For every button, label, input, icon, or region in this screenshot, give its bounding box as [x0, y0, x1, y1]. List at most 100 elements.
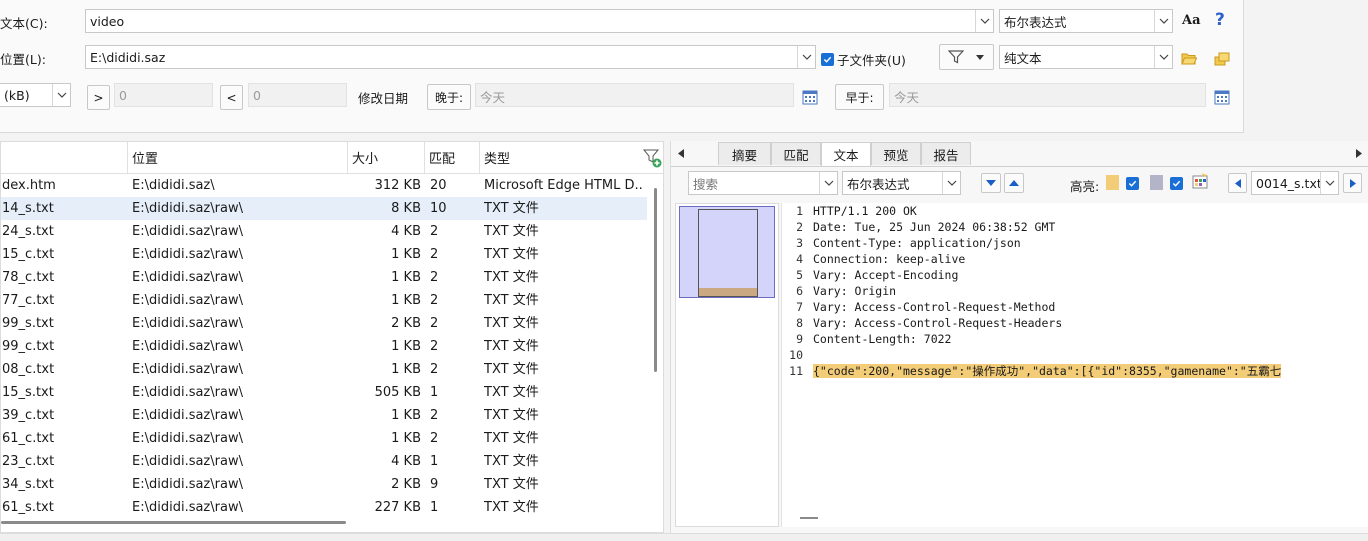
column-header-location[interactable]: 位置	[128, 142, 348, 174]
overview-map[interactable]	[675, 203, 779, 527]
chevron-down-icon[interactable]	[797, 46, 815, 68]
greater-than-button[interactable]: >	[87, 85, 110, 110]
cell-type: TXT 文件	[484, 408, 539, 423]
code-horizontal-scrollbar[interactable]	[800, 517, 818, 519]
checkbox-checked-icon[interactable]	[1126, 177, 1139, 190]
filter-button[interactable]	[939, 44, 994, 70]
chevron-down-icon[interactable]	[975, 10, 993, 32]
table-row[interactable]: 08_c.txt E:\dididi.saz\raw\ 1 KB 2 TXT 文件	[1, 358, 647, 381]
folders-icon[interactable]	[1214, 51, 1230, 67]
line-number: 10	[789, 348, 803, 362]
table-row[interactable]: 99_c.txt E:\dididi.saz\raw\ 1 KB 2 TXT 文件	[1, 335, 647, 358]
checkbox-checked-icon[interactable]	[821, 53, 834, 66]
search-mode-select[interactable]: 布尔表达式	[999, 9, 1173, 33]
overview-viewport[interactable]	[679, 206, 775, 298]
column-header-name[interactable]	[1, 142, 128, 174]
checkbox-checked-icon[interactable]	[1170, 177, 1183, 190]
preview-pane: 摘要 匹配 文本 预览 报告 搜索 布尔表达式 高亮: 0014_s.txt 1 HTTP…	[670, 141, 1368, 533]
tab-0[interactable]: 摘要	[718, 142, 771, 165]
search-panel: 文本(C): video 布尔表达式 Aa ? 位置(L): E:\dididi…	[0, 0, 1244, 133]
chevron-down-icon[interactable]	[1320, 172, 1338, 194]
before-button[interactable]: 早于:	[835, 84, 884, 110]
cell-size: 1 KB	[391, 408, 421, 423]
column-header-matches[interactable]: 匹配	[425, 142, 480, 174]
column-header-type[interactable]: 类型	[480, 142, 663, 174]
file-select[interactable]: 0014_s.txt	[1251, 171, 1339, 195]
table-row[interactable]: 39_c.txt E:\dididi.saz\raw\ 1 KB 2 TXT 文件	[1, 404, 647, 427]
table-row[interactable]: 61_s.txt E:\dididi.saz\raw\ 227 KB 1 TXT 文件	[1, 496, 647, 519]
modified-date-label: 修改日期	[358, 91, 409, 106]
help-icon[interactable]: ?	[1215, 10, 1225, 30]
text-search-input[interactable]: video	[85, 9, 994, 33]
less-than-button[interactable]: <	[220, 85, 243, 110]
color-palette-icon[interactable]	[1192, 173, 1208, 189]
subfolders-label: 子文件夹(U)	[837, 53, 906, 68]
table-row[interactable]: 61_c.txt E:\dididi.saz\raw\ 1 KB 2 TXT 文件	[1, 427, 647, 450]
preview-search-input[interactable]: 搜索	[688, 171, 838, 195]
after-date-input[interactable]: 今天	[475, 83, 794, 107]
table-row[interactable]: dex.htm E:\dididi.saz\ 312 KB 20 Microsoft E…	[1, 174, 647, 197]
table-row[interactable]: 77_c.txt E:\dididi.saz\raw\ 1 KB 2 TXT 文件	[1, 289, 647, 312]
prev-match-button[interactable]	[1004, 173, 1024, 193]
tab-2[interactable]: 文本	[821, 142, 871, 166]
cell-matches: 9	[430, 477, 439, 492]
chevron-down-icon[interactable]	[1154, 46, 1172, 68]
line-number: 3	[796, 236, 803, 250]
calendar-icon[interactable]	[802, 89, 818, 105]
caret-down-icon	[976, 54, 984, 60]
folder-open-icon[interactable]	[1181, 51, 1197, 67]
table-row[interactable]: 15_c.txt E:\dididi.saz\raw\ 1 KB 2 TXT 文件	[1, 243, 647, 266]
cell-matches: 10	[430, 201, 447, 216]
cell-location: E:\dididi.saz\raw\	[132, 293, 243, 308]
chevron-down-icon[interactable]	[819, 172, 837, 194]
table-row[interactable]: 78_c.txt E:\dididi.saz\raw\ 1 KB 2 TXT 文件	[1, 266, 647, 289]
cell-matches: 1	[430, 385, 439, 400]
prev-file-button[interactable]	[1228, 173, 1247, 193]
column-header-size[interactable]: 大小	[348, 142, 425, 174]
text-preview[interactable]: 1 HTTP/1.1 200 OK 2 Date: Tue, 25 Jun 2024 …	[781, 203, 1368, 527]
filter-add-icon[interactable]	[642, 148, 662, 168]
tab-3[interactable]: 预览	[871, 142, 921, 165]
tab-1[interactable]: 匹配	[771, 142, 821, 165]
size-unit-select[interactable]: (kB)	[0, 83, 71, 107]
location-input[interactable]: E:\dididi.saz	[85, 45, 816, 69]
table-row[interactable]: 99_s.txt E:\dididi.saz\raw\ 2 KB 2 TXT 文件	[1, 312, 647, 335]
horizontal-scrollbar[interactable]	[1, 521, 346, 524]
line-number: 7	[796, 300, 803, 314]
code-line: 5 Vary: Accept-Encoding	[782, 267, 958, 283]
content-type-select[interactable]: 纯文本	[999, 45, 1173, 69]
cell-type: TXT 文件	[484, 477, 539, 492]
chevron-down-icon[interactable]	[52, 84, 70, 106]
table-row[interactable]: 15_s.txt E:\dididi.saz\raw\ 505 KB 1 TXT 文件	[1, 381, 647, 404]
chevron-down-icon[interactable]	[942, 172, 960, 194]
next-file-button[interactable]	[1343, 173, 1362, 193]
code-line: 4 Connection: keep-alive	[782, 251, 965, 267]
cell-matches: 2	[430, 362, 439, 377]
cell-name: 99_s.txt	[2, 316, 54, 331]
before-date-input[interactable]: 今天	[889, 83, 1206, 107]
size-min-input[interactable]: 0	[114, 83, 213, 107]
cell-location: E:\dididi.saz\raw\	[132, 316, 243, 331]
match-case-icon[interactable]: Aa	[1182, 13, 1201, 28]
tab-4[interactable]: 报告	[921, 142, 971, 165]
chevron-down-icon[interactable]	[1154, 10, 1172, 32]
table-row[interactable]: 23_c.txt E:\dididi.saz\raw\ 4 KB 1 TXT 文件	[1, 450, 647, 473]
calendar-icon[interactable]	[1214, 89, 1230, 105]
cell-size: 2 KB	[391, 316, 421, 331]
after-button[interactable]: 晚于:	[427, 84, 471, 110]
preview-search-mode-select[interactable]: 布尔表达式	[842, 171, 961, 195]
highlight-color-swatch[interactable]	[1106, 175, 1119, 190]
table-row[interactable]: 34_s.txt E:\dididi.saz\raw\ 2 KB 9 TXT 文件	[1, 473, 647, 496]
next-match-button[interactable]	[981, 173, 1001, 193]
highlight-color-swatch-2[interactable]	[1150, 175, 1163, 190]
table-row[interactable]: 14_s.txt E:\dididi.saz\raw\ 8 KB 10 TXT 文件	[1, 197, 647, 220]
cell-matches: 1	[430, 454, 439, 469]
line-number: 2	[796, 220, 803, 234]
size-max-input[interactable]: 0	[248, 83, 347, 107]
table-row[interactable]: 24_s.txt E:\dididi.saz\raw\ 4 KB 2 TXT 文件	[1, 220, 647, 243]
tab-scroll-right-icon[interactable]	[1355, 149, 1362, 158]
subfolders-checkbox[interactable]: 子文件夹(U)	[821, 50, 906, 69]
tab-scroll-left-icon[interactable]	[678, 149, 685, 158]
cell-size: 1 KB	[391, 339, 421, 354]
vertical-scrollbar[interactable]	[654, 188, 657, 372]
